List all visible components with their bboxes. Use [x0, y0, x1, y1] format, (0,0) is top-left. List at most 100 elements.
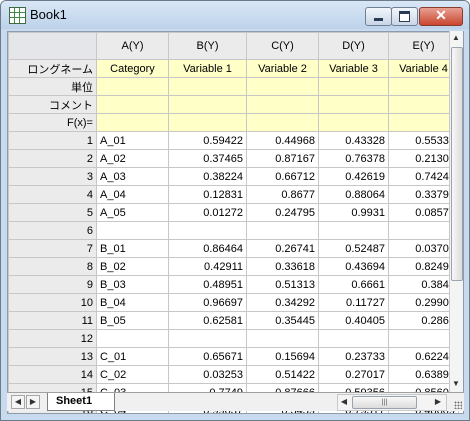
category-cell[interactable]: A_05: [96, 203, 169, 222]
value-cell[interactable]: 0.82496: [388, 257, 459, 276]
category-cell[interactable]: A_03: [96, 167, 169, 186]
value-cell[interactable]: 0.51313: [246, 275, 319, 294]
value-cell[interactable]: 0.86464: [168, 239, 247, 258]
value-cell[interactable]: 0.76378: [318, 149, 389, 168]
value-cell[interactable]: 0.23733: [318, 347, 389, 366]
value-cell[interactable]: 0.38224: [168, 167, 247, 186]
value-cell[interactable]: 0.24795: [246, 203, 319, 222]
scroll-down-icon[interactable]: ▼: [450, 379, 462, 388]
long-name-cell[interactable]: Variable 4: [388, 59, 459, 78]
value-cell[interactable]: 0.52487: [318, 239, 389, 258]
value-cell[interactable]: 0.8677: [246, 185, 319, 204]
value-cell[interactable]: [318, 329, 389, 348]
value-cell[interactable]: 0.6661: [318, 275, 389, 294]
value-cell[interactable]: 0.65671: [168, 347, 247, 366]
fx-cell[interactable]: [96, 113, 169, 132]
comments-cell[interactable]: [318, 95, 389, 114]
value-cell[interactable]: 0.62249: [388, 347, 459, 366]
value-cell[interactable]: 0.51422: [246, 365, 319, 384]
value-cell[interactable]: [388, 329, 459, 348]
long-name-cell[interactable]: Category: [96, 59, 169, 78]
value-cell[interactable]: [168, 329, 247, 348]
horizontal-scroll-thumb[interactable]: |||: [352, 396, 417, 409]
comments-cell[interactable]: [96, 95, 169, 114]
value-cell[interactable]: 0.62581: [168, 311, 247, 330]
long-name-cell[interactable]: Variable 3: [318, 59, 389, 78]
row-number[interactable]: 4: [8, 185, 97, 204]
row-number[interactable]: 5: [8, 203, 97, 222]
row-number[interactable]: 10: [8, 293, 97, 312]
value-cell[interactable]: 0.3849: [388, 275, 459, 294]
category-cell[interactable]: C_01: [96, 347, 169, 366]
value-cell[interactable]: 0.43328: [318, 131, 389, 150]
value-cell[interactable]: 0.42619: [318, 167, 389, 186]
value-cell[interactable]: 0.27017: [318, 365, 389, 384]
row-number[interactable]: 2: [8, 149, 97, 168]
category-cell[interactable]: [96, 329, 169, 348]
value-cell[interactable]: 0.35445: [246, 311, 319, 330]
row-number[interactable]: 1: [8, 131, 97, 150]
column-header-d[interactable]: D(Y): [318, 32, 389, 60]
value-cell[interactable]: 0.87167: [246, 149, 319, 168]
row-number[interactable]: 13: [8, 347, 97, 366]
minimize-button[interactable]: [365, 7, 392, 26]
value-cell[interactable]: 0.37465: [168, 149, 247, 168]
fx-cell[interactable]: [168, 113, 247, 132]
vertical-scroll-thumb[interactable]: [451, 47, 463, 281]
value-cell[interactable]: 0.11727: [318, 293, 389, 312]
category-cell[interactable]: A_02: [96, 149, 169, 168]
category-cell[interactable]: B_03: [96, 275, 169, 294]
value-cell[interactable]: 0.2865: [388, 311, 459, 330]
comments-cell[interactable]: [168, 95, 247, 114]
value-cell[interactable]: 0.42911: [168, 257, 247, 276]
tab-scroll-left-icon[interactable]: ◀: [11, 395, 25, 409]
scroll-left-icon[interactable]: ◀: [338, 397, 350, 406]
row-label-fx[interactable]: F(x)=: [8, 113, 97, 132]
row-number[interactable]: 14: [8, 365, 97, 384]
value-cell[interactable]: 0.66712: [246, 167, 319, 186]
scroll-up-icon[interactable]: ▲: [450, 33, 462, 42]
comments-cell[interactable]: [388, 95, 459, 114]
value-cell[interactable]: 0.15694: [246, 347, 319, 366]
value-cell[interactable]: [388, 221, 459, 240]
row-label-units[interactable]: 単位: [8, 77, 97, 96]
value-cell[interactable]: 0.34292: [246, 293, 319, 312]
value-cell[interactable]: [246, 221, 319, 240]
value-cell[interactable]: 0.08578: [388, 203, 459, 222]
value-cell[interactable]: 0.21309: [388, 149, 459, 168]
category-cell[interactable]: A_04: [96, 185, 169, 204]
tab-sheet1[interactable]: Sheet1: [47, 393, 115, 411]
value-cell[interactable]: 0.59422: [168, 131, 247, 150]
value-cell[interactable]: 0.33791: [388, 185, 459, 204]
category-cell[interactable]: A_01: [96, 131, 169, 150]
select-all-corner[interactable]: [8, 32, 97, 60]
column-header-e[interactable]: E(Y): [388, 32, 459, 60]
value-cell[interactable]: 0.29909: [388, 293, 459, 312]
title-bar[interactable]: Book1 ✕: [1, 1, 469, 29]
tab-scroll-right-icon[interactable]: ▶: [26, 395, 40, 409]
units-cell[interactable]: [246, 77, 319, 96]
value-cell[interactable]: 0.48951: [168, 275, 247, 294]
horizontal-scrollbar[interactable]: ◀ ||| ▶: [337, 394, 447, 411]
value-cell[interactable]: 0.01272: [168, 203, 247, 222]
category-cell[interactable]: C_02: [96, 365, 169, 384]
row-number[interactable]: 12: [8, 329, 97, 348]
row-number[interactable]: 7: [8, 239, 97, 258]
row-number[interactable]: 3: [8, 167, 97, 186]
value-cell[interactable]: 0.43694: [318, 257, 389, 276]
row-number[interactable]: 6: [8, 221, 97, 240]
value-cell[interactable]: 0.03703: [388, 239, 459, 258]
resize-grip-icon[interactable]: [454, 401, 462, 409]
units-cell[interactable]: [96, 77, 169, 96]
units-cell[interactable]: [318, 77, 389, 96]
row-label-comments[interactable]: コメント: [8, 95, 97, 114]
column-header-c[interactable]: C(Y): [246, 32, 319, 60]
comments-cell[interactable]: [246, 95, 319, 114]
value-cell[interactable]: 0.96697: [168, 293, 247, 312]
category-cell[interactable]: B_04: [96, 293, 169, 312]
value-cell[interactable]: 0.74246: [388, 167, 459, 186]
value-cell[interactable]: 0.63896: [388, 365, 459, 384]
category-cell[interactable]: B_05: [96, 311, 169, 330]
column-header-a[interactable]: A(Y): [96, 32, 169, 60]
units-cell[interactable]: [168, 77, 247, 96]
